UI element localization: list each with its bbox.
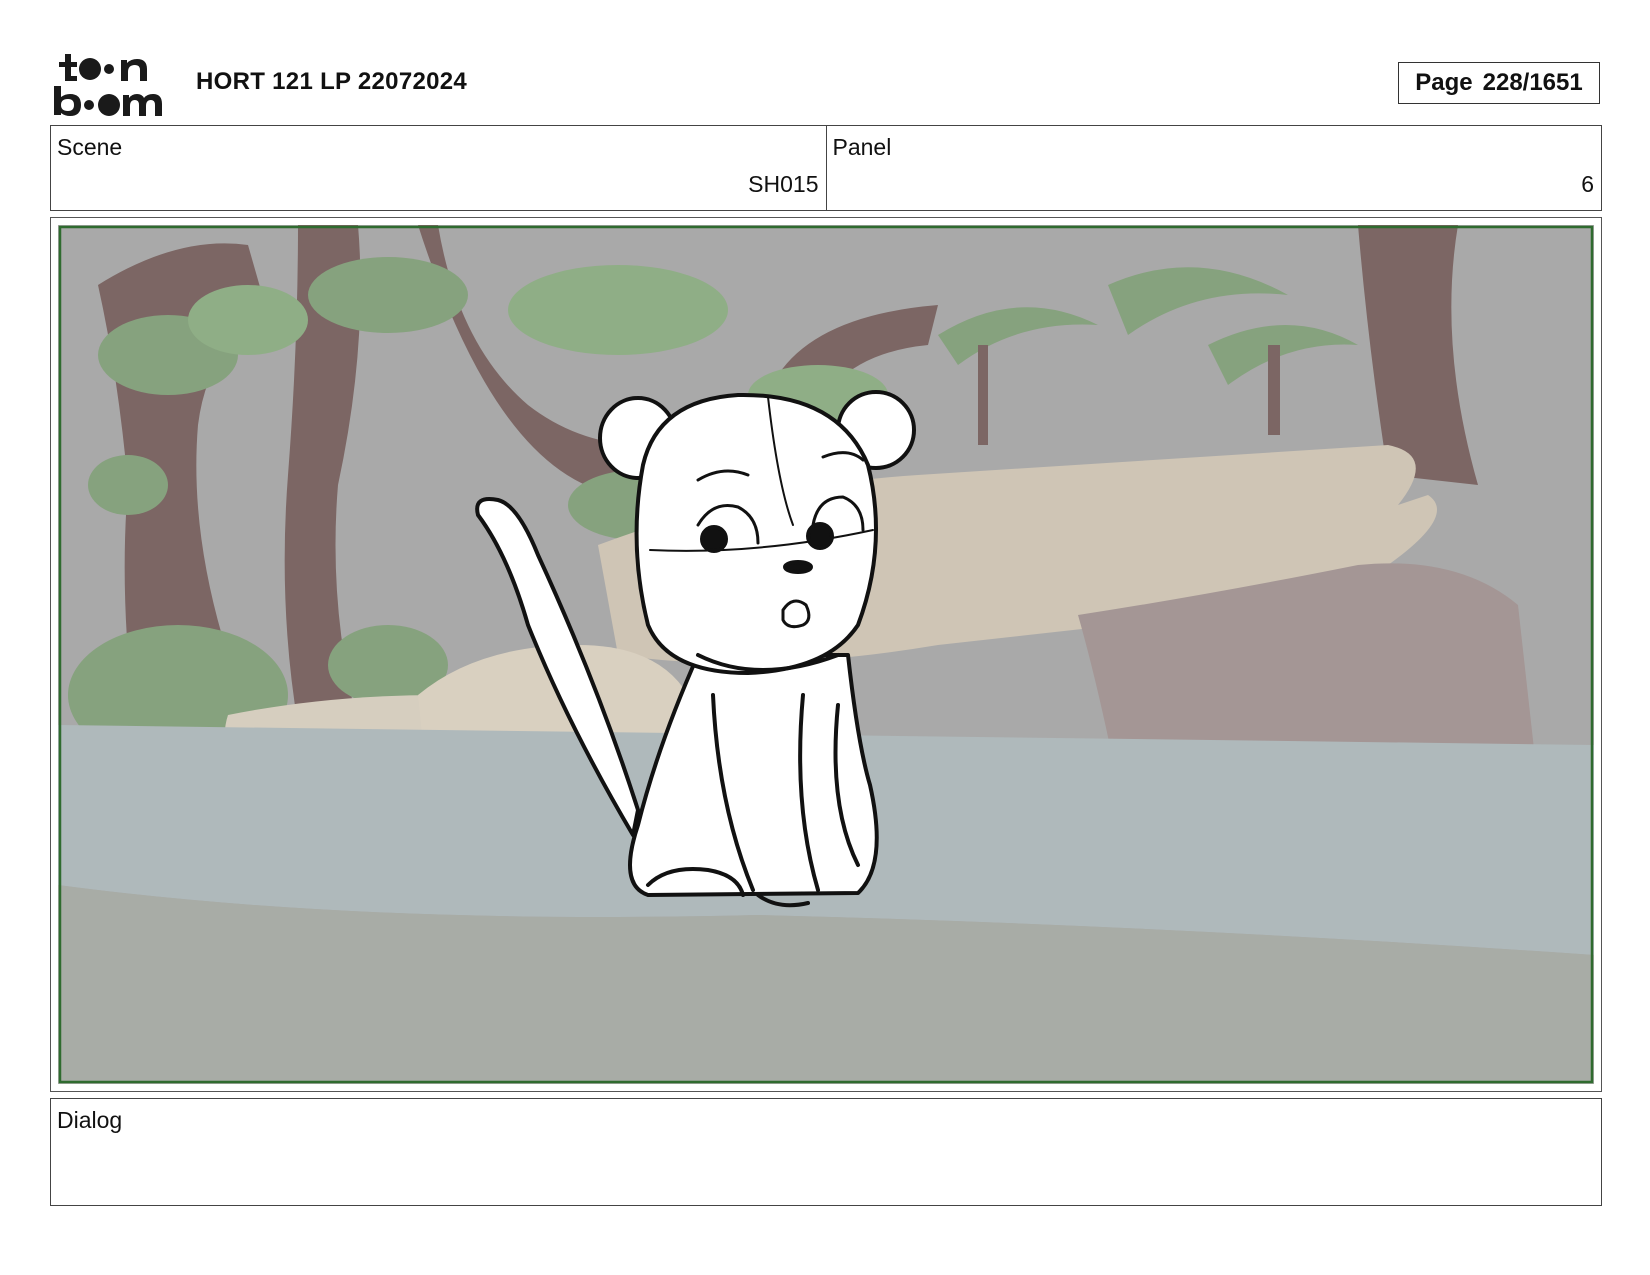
panel-label: Panel [832,134,892,160]
panel-value: 6 [1581,171,1594,197]
scene-value: SH015 [748,171,819,197]
dialog-label: Dialog [57,1107,123,1133]
panel-artwork [58,225,1594,1084]
storyboard-panel [50,217,1602,1092]
dialog-box: Dialog [50,1098,1602,1206]
toon-boom-logo [54,54,162,116]
scene-label: Scene [57,134,123,160]
page-number: 228/1651 [1482,69,1583,96]
page-label: Page [1415,69,1473,96]
page-indicator: Page 228/1651 [1398,62,1600,104]
document-title: HORT 121 LP 22072024 [196,68,468,95]
panel-cell: Panel 6 [825,126,1602,210]
scene-panel-info: Scene SH015 Panel 6 [50,125,1602,211]
scene-cell: Scene SH015 [51,126,826,210]
